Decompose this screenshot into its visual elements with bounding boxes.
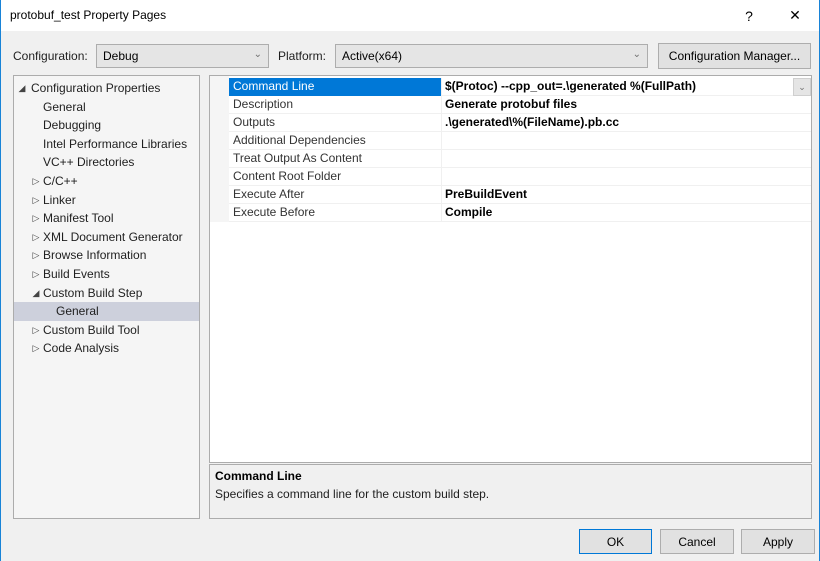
platform-dropdown[interactable]: Active(x64) ⌄ bbox=[335, 44, 648, 68]
property-row[interactable]: Execute After PreBuildEvent bbox=[229, 186, 811, 204]
property-name: Description bbox=[229, 96, 442, 114]
property-name: Content Root Folder bbox=[229, 168, 442, 186]
tree-item[interactable]: ▷ Manifest Tool bbox=[14, 209, 199, 228]
property-value[interactable]: PreBuildEvent bbox=[445, 186, 811, 204]
tree-item[interactable]: ▷ Custom Build Tool bbox=[14, 321, 199, 340]
chevron-down-icon: ⌄ bbox=[632, 49, 641, 60]
tree-item-label: Build Events bbox=[43, 266, 110, 281]
property-name: Outputs bbox=[229, 114, 442, 132]
property-row[interactable]: Content Root Folder bbox=[229, 168, 811, 186]
tree-item[interactable]: ▷ Browse Information bbox=[14, 246, 199, 265]
description-panel: Command Line Specifies a command line fo… bbox=[209, 464, 812, 519]
collapsed-arrow-icon[interactable]: ▷ bbox=[31, 246, 41, 265]
property-row[interactable]: Treat Output As Content bbox=[229, 150, 811, 168]
expanded-arrow-icon[interactable]: ◢ bbox=[31, 284, 41, 303]
property-value[interactable] bbox=[445, 168, 811, 186]
collapsed-arrow-icon[interactable]: ▷ bbox=[31, 228, 41, 247]
configuration-label: Configuration: bbox=[13, 49, 88, 63]
close-icon: ✕ bbox=[789, 7, 801, 23]
platform-label: Platform: bbox=[278, 49, 327, 63]
property-value[interactable]: .\generated\%(FileName).pb.cc bbox=[445, 114, 811, 132]
tree-item-label: VC++ Directories bbox=[43, 155, 135, 170]
tree-item[interactable]: Intel Performance Libraries bbox=[14, 135, 199, 154]
property-value[interactable] bbox=[445, 150, 811, 168]
ok-button[interactable]: OK bbox=[579, 529, 652, 554]
tree-item-label: Custom Build Step bbox=[43, 285, 143, 300]
tree-item[interactable]: VC++ Directories bbox=[14, 153, 199, 172]
property-name: Command Line bbox=[229, 78, 442, 96]
property-name: Execute After bbox=[229, 186, 442, 204]
configuration-dropdown[interactable]: Debug ⌄ bbox=[96, 44, 269, 68]
configuration-bar: Configuration: Debug ⌄ Platform: Active(… bbox=[1, 43, 819, 69]
property-name: Additional Dependencies bbox=[229, 132, 442, 150]
tree-item[interactable]: Debugging bbox=[14, 116, 199, 135]
tree-item-label: Code Analysis bbox=[43, 341, 120, 356]
collapsed-arrow-icon[interactable]: ▷ bbox=[31, 265, 41, 284]
tree-item-label: C/C++ bbox=[43, 173, 78, 188]
property-name: Treat Output As Content bbox=[229, 150, 442, 168]
chevron-down-icon[interactable]: ⌄ bbox=[793, 78, 811, 96]
platform-value: Active(x64) bbox=[342, 49, 403, 63]
cancel-button[interactable]: Cancel bbox=[660, 529, 734, 554]
property-pages-dialog: protobuf_test Property Pages ? ✕ Configu… bbox=[0, 0, 820, 561]
property-row[interactable]: Outputs .\generated\%(FileName).pb.cc bbox=[229, 114, 811, 132]
tree-item-label: Manifest Tool bbox=[43, 211, 114, 226]
tree-item-label: Custom Build Tool bbox=[43, 322, 140, 337]
tree-item[interactable]: ▷ Linker bbox=[14, 191, 199, 210]
collapsed-arrow-icon[interactable]: ▷ bbox=[31, 191, 41, 210]
property-row[interactable]: Execute Before Compile bbox=[229, 204, 811, 222]
tree-item-label: General bbox=[43, 99, 86, 114]
property-name: Execute Before bbox=[229, 204, 442, 222]
chevron-down-icon: ⌄ bbox=[253, 49, 262, 60]
tree-item[interactable]: General bbox=[14, 302, 199, 321]
property-grid: Command Line $(Protoc) --cpp_out=.\genera… bbox=[209, 75, 812, 463]
apply-button[interactable]: Apply bbox=[741, 529, 815, 554]
tree-item-label: XML Document Generator bbox=[43, 229, 183, 244]
tree-item-label: Browse Information bbox=[43, 248, 147, 263]
property-value[interactable]: Compile bbox=[445, 204, 811, 222]
tree-item[interactable]: ▷ Build Events bbox=[14, 265, 199, 284]
property-row[interactable]: Additional Dependencies bbox=[229, 132, 811, 150]
configuration-manager-button[interactable]: Configuration Manager... bbox=[658, 43, 811, 69]
collapsed-arrow-icon[interactable]: ▷ bbox=[31, 321, 41, 340]
close-button[interactable]: ✕ bbox=[773, 0, 817, 31]
property-value[interactable]: Generate protobuf files bbox=[445, 96, 811, 114]
expanded-arrow-icon[interactable]: ◢ bbox=[17, 79, 27, 98]
property-value[interactable]: $(Protoc) --cpp_out=.\generated %(FullPa… bbox=[445, 78, 811, 96]
tree-item[interactable]: ◢ Custom Build Step bbox=[14, 284, 199, 303]
property-value[interactable] bbox=[445, 132, 811, 150]
tree-item-label: Intel Performance Libraries bbox=[43, 136, 188, 151]
collapsed-arrow-icon[interactable]: ▷ bbox=[31, 339, 41, 358]
tree-item[interactable]: ▷ Code Analysis bbox=[14, 339, 199, 358]
tree-item[interactable]: ▷ XML Document Generator bbox=[14, 228, 199, 247]
help-button[interactable]: ? bbox=[727, 0, 771, 31]
collapsed-arrow-icon[interactable]: ▷ bbox=[31, 209, 41, 228]
tree-item-label: General bbox=[56, 304, 99, 319]
description-title: Command Line bbox=[215, 469, 302, 483]
window-title: protobuf_test Property Pages bbox=[10, 8, 167, 22]
tree-item[interactable]: ▷ C/C++ bbox=[14, 172, 199, 191]
help-icon: ? bbox=[745, 7, 753, 24]
collapsed-arrow-icon[interactable]: ▷ bbox=[31, 172, 41, 191]
tree-item-label: Debugging bbox=[43, 118, 102, 133]
property-tree: ◢ Configuration Properties General Debuggin… bbox=[13, 75, 200, 519]
configuration-value: Debug bbox=[103, 49, 139, 63]
tree-item-label: Configuration Properties bbox=[31, 81, 161, 95]
tree-item-label: Linker bbox=[43, 192, 76, 207]
property-row[interactable]: Description Generate protobuf files bbox=[229, 96, 811, 114]
title-bar: protobuf_test Property Pages ? ✕ bbox=[1, 0, 819, 31]
tree-item[interactable]: ◢ Configuration Properties bbox=[14, 79, 199, 98]
property-row[interactable]: Command Line $(Protoc) --cpp_out=.\genera… bbox=[229, 78, 811, 96]
tree-item[interactable]: General bbox=[14, 98, 199, 117]
grid-margin bbox=[210, 76, 229, 222]
description-text: Specifies a command line for the custom … bbox=[215, 487, 490, 501]
